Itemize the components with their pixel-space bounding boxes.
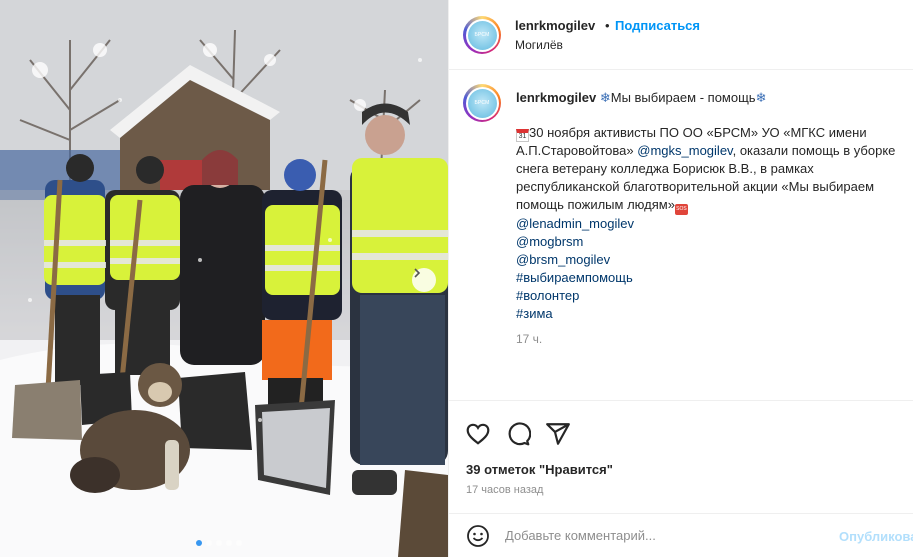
post-timestamp: 17 часов назад	[466, 484, 544, 496]
likes-count[interactable]: 39 отметок "Нравится"	[466, 462, 613, 477]
follow-button[interactable]: Подписаться	[615, 18, 700, 33]
carousel-indicator	[196, 540, 242, 546]
caption-username[interactable]: lenrkmogilev	[516, 90, 596, 105]
calendar-icon: 31	[516, 129, 529, 142]
carousel-next-button[interactable]	[412, 268, 436, 292]
comment-input[interactable]	[505, 528, 835, 543]
post-actions: 39 отметок "Нравится" 17 часов назад	[449, 400, 913, 513]
avatar[interactable]: БРСМ	[463, 16, 501, 54]
caption-time: 17 ч.	[516, 332, 543, 346]
snowflake-icon: ❄	[599, 90, 611, 105]
post-photo[interactable]	[0, 0, 448, 557]
emoji-icon[interactable]	[466, 524, 490, 548]
separator-dot: •	[605, 18, 610, 33]
caption-body: 31 30 ноября активисты ПО ОО «БРСМ» УО «М…	[516, 124, 906, 215]
avatar-logo-text: БРСМ	[474, 32, 490, 38]
carousel-dot	[216, 540, 222, 546]
caption-title: Мы выбираем - помощь	[610, 90, 756, 105]
post-sidebar: БРСМ lenrkmogilev • Подписаться Могилёв …	[448, 0, 913, 557]
post-caption: БРСМ lenrkmogilev ❄Мы выбираем - помощь❄…	[449, 72, 913, 400]
caption-text: lenrkmogilev ❄Мы выбираем - помощь❄ 31 30…	[516, 89, 906, 348]
carousel-dot	[196, 540, 202, 546]
carousel-dot	[206, 540, 212, 546]
sos-icon: SOS	[674, 204, 688, 215]
mention-link[interactable]: @mgks_mogilev	[637, 143, 732, 158]
caption-avatar[interactable]: БРСМ	[463, 84, 501, 122]
share-icon[interactable]	[545, 421, 571, 447]
caption-links: @lenadmin_mogilev @mogbrsm @brsm_mogilev…	[516, 215, 906, 323]
comment-bar: Опубликовать	[449, 513, 913, 557]
carousel-dot	[236, 540, 242, 546]
snowflake-icon: ❄	[755, 90, 767, 105]
mention-link[interactable]: @lenadmin_mogilev	[516, 215, 906, 233]
mention-link[interactable]: @mogbrsm	[516, 233, 906, 251]
avatar-logo-text: БРСМ	[474, 100, 490, 106]
hashtag-link[interactable]: #зима	[516, 305, 906, 323]
instagram-post: БРСМ lenrkmogilev • Подписаться Могилёв …	[0, 0, 913, 557]
location-link[interactable]: Могилёв	[515, 38, 563, 52]
comment-icon[interactable]	[505, 421, 531, 447]
hashtag-link[interactable]: #выбираемпомощь	[516, 269, 906, 287]
carousel-dot	[226, 540, 232, 546]
publish-button[interactable]: Опубликовать	[839, 529, 913, 544]
username-link[interactable]: lenrkmogilev	[515, 18, 595, 33]
hashtag-link[interactable]: #волонтер	[516, 287, 906, 305]
mention-link[interactable]: @brsm_mogilev	[516, 251, 906, 269]
post-header: БРСМ lenrkmogilev • Подписаться Могилёв	[449, 0, 913, 70]
heart-icon[interactable]	[465, 421, 491, 447]
photo-illustration	[0, 0, 448, 557]
chevron-right-icon	[414, 268, 421, 278]
